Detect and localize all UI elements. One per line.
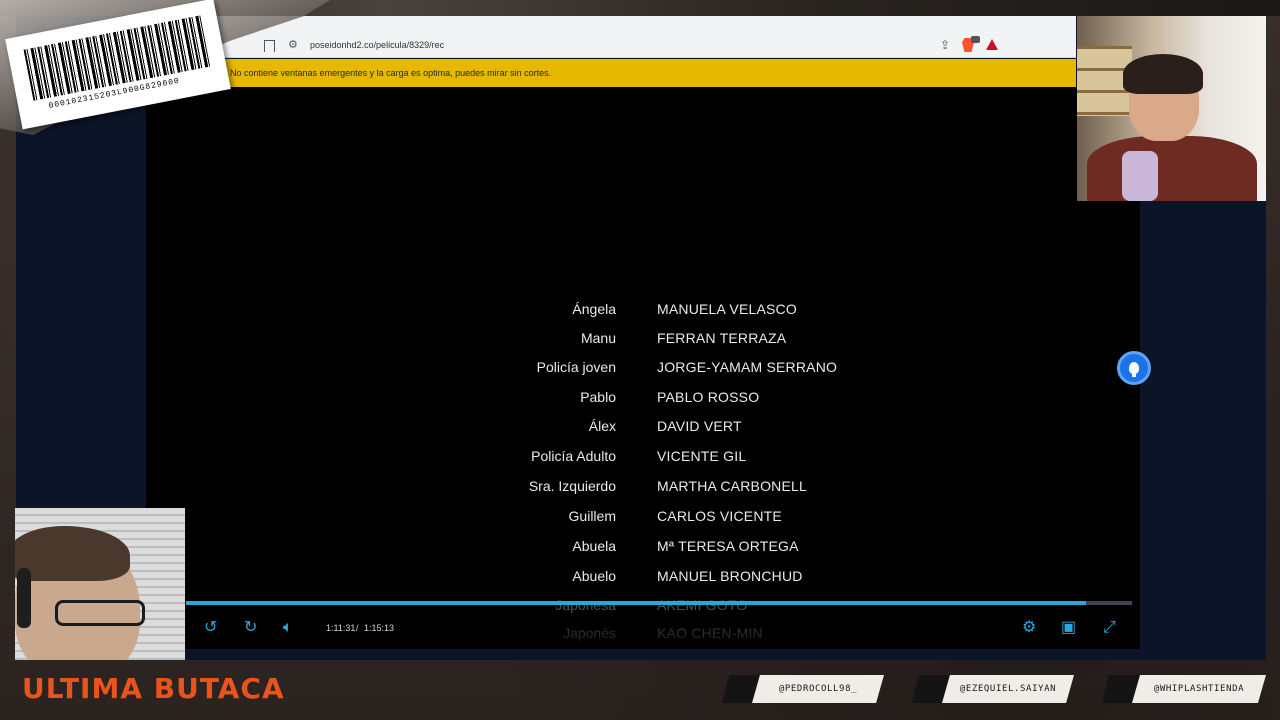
credit-name: JORGE-YAMAM SERRANO	[657, 359, 838, 375]
credit-name: Mª TERESA ORTEGA	[657, 538, 799, 554]
progress-fill	[186, 601, 1086, 605]
lightbulb-icon	[1129, 362, 1139, 377]
credit-role: Policía Adulto	[531, 448, 616, 464]
url-field[interactable]: ⚙ poseidonhd2.co/pelicula/8329/rec	[286, 36, 1006, 56]
credit-role: Ángela	[572, 301, 616, 317]
site-settings-icon[interactable]: ⚙	[288, 38, 298, 51]
site-notice-banner: No contiene ventanas emergentes y la car…	[190, 59, 1076, 87]
forward-10-icon[interactable]: ↻	[244, 620, 257, 636]
share-icon[interactable]: ⇪	[940, 38, 950, 52]
credit-name: MANUEL BRONCHUD	[657, 568, 803, 584]
social-tag-panel: @EZEQUIEL.SAIYAN	[942, 675, 1074, 703]
time-separator: /	[356, 623, 359, 633]
total-time: 1:15:13	[364, 623, 395, 633]
credit-name: DAVID VERT	[657, 418, 742, 434]
social-handle: @PEDROCOLL98_	[778, 684, 858, 694]
picture-in-picture-icon[interactable]: ▣	[1061, 620, 1076, 636]
browser-address-bar: ⚙ poseidonhd2.co/pelicula/8329/rec ⇪	[190, 16, 1076, 58]
brave-rewards-icon[interactable]	[986, 39, 998, 50]
streamer-hair	[1123, 54, 1203, 94]
credit-name: FERRAN TERRAZA	[657, 330, 787, 346]
microphone-icon	[1122, 151, 1158, 201]
glasses	[55, 600, 145, 626]
social-tag-panel: @PEDROCOLL98_	[752, 675, 884, 703]
streamer-body	[1087, 136, 1257, 201]
credit-role: Abuelo	[572, 568, 616, 584]
social-handle: @WHIPLASHTIENDA	[1153, 684, 1245, 694]
headset-icon	[17, 568, 31, 628]
notice-text: No contiene ventanas emergentes y la car…	[230, 68, 552, 78]
credit-name: CARLOS VICENTE	[657, 508, 782, 524]
credit-role: Sra. Izquierdo	[528, 478, 616, 494]
current-time: 1:11:31	[326, 623, 356, 633]
fullscreen-icon[interactable]: ⤢	[1103, 620, 1116, 636]
progress-bar[interactable]	[186, 601, 1132, 605]
credit-role: Abuela	[572, 538, 616, 554]
credit-role: Álex	[588, 418, 616, 434]
volume-icon[interactable]: 🔈︎	[283, 620, 293, 636]
social-tag-3: @WHIPLASHTIENDA	[1102, 675, 1266, 703]
credit-name: VICENTE GIL	[657, 448, 747, 464]
rewind-10-icon[interactable]: ↺	[204, 620, 217, 636]
credit-name: MARTHA CARBONELL	[657, 478, 807, 494]
social-tag-2: @EZEQUIEL.SAIYAN	[912, 675, 1074, 703]
credit-role: Policía joven	[536, 359, 616, 375]
credit-name: MANUELA VELASCO	[657, 301, 797, 317]
credit-name: PABLO ROSSO	[657, 389, 760, 405]
credit-role: Pablo	[580, 389, 616, 405]
social-handle: @EZEQUIEL.SAIYAN	[959, 684, 1057, 694]
url-text: poseidonhd2.co/pelicula/8329/rec	[310, 40, 445, 50]
credit-role: Guillem	[568, 508, 616, 524]
streamer-hair	[15, 526, 130, 581]
social-tag-1: @PEDROCOLL98_	[722, 675, 884, 703]
webcam-top-right	[1077, 16, 1266, 201]
social-tag-panel: @WHIPLASHTIENDA	[1132, 675, 1266, 703]
channel-title: ULTIMA BUTACA	[22, 672, 285, 705]
shields-count-badge	[971, 36, 980, 43]
lightbulb-button[interactable]	[1117, 351, 1151, 385]
settings-gear-icon[interactable]: ⚙	[1022, 620, 1036, 636]
credit-role: Manu	[580, 330, 616, 346]
video-player[interactable]: Ángela MANUELA VELASCO Manu FERRAN TERRAZA P…	[146, 87, 1140, 649]
webcam-bottom-left	[15, 508, 185, 660]
bookmark-icon[interactable]	[264, 40, 275, 52]
